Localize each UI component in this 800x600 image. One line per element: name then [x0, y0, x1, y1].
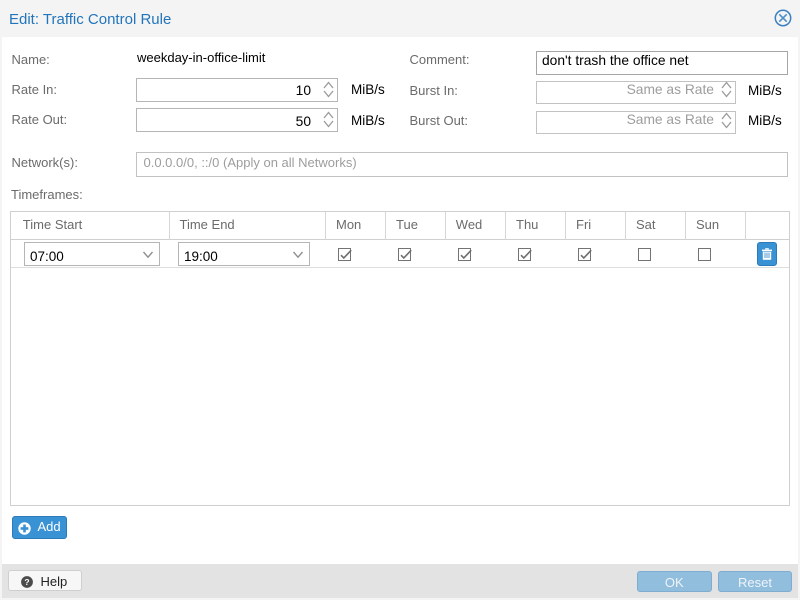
svg-text:?: ?	[24, 577, 29, 587]
